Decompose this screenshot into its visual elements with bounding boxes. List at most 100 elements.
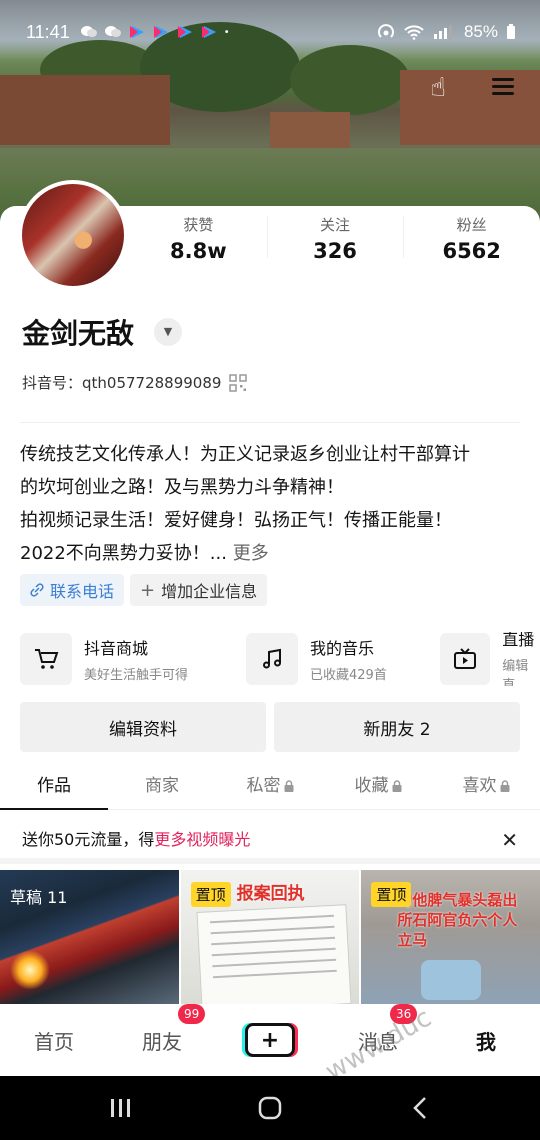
- tab-favorites[interactable]: 收藏: [324, 766, 432, 809]
- contact-phone-label: 联系电话: [50, 582, 115, 601]
- qr-code-icon[interactable]: [229, 373, 248, 392]
- nav-me[interactable]: 我: [432, 1026, 540, 1055]
- add-business-label: 增加企业信息: [161, 582, 258, 601]
- douyin-id-row: 抖音号：qth057728899089: [22, 372, 248, 393]
- nav-label: 我: [476, 1029, 496, 1054]
- stat-value: 326: [313, 239, 357, 263]
- bio-line: 拍视频记录生活！爱好健身！弘扬正气！传播正能量！: [20, 510, 452, 531]
- lock-icon: [284, 780, 293, 792]
- dot-icon: •: [223, 26, 230, 38]
- bio-line: 2022不向黑势力妥协！...: [20, 543, 227, 564]
- service-title: 直播: [502, 632, 535, 649]
- battery-percent: 85%: [463, 22, 498, 41]
- tab-label: 私密: [246, 776, 281, 796]
- thumbnail-caption: 约他脾气暴头磊出所石阿官负六个人立马: [397, 891, 518, 949]
- back-icon[interactable]: [408, 1096, 434, 1120]
- promo-highlight: 更多视频曝光: [154, 830, 251, 849]
- tab-likes[interactable]: 喜欢: [432, 766, 540, 809]
- stat-following[interactable]: 关注 326: [266, 210, 404, 270]
- nav-friends[interactable]: 朋友 99: [108, 1003, 216, 1055]
- content-tabs: 作品 商家 私密 收藏 喜欢: [0, 766, 540, 810]
- service-subtitle: 已收藏429首: [310, 668, 387, 683]
- recent-apps-icon[interactable]: [108, 1096, 134, 1120]
- service-shop[interactable]: 抖音商城美好生活触手可得: [20, 632, 188, 686]
- profile-actions: 编辑资料 新朋友 2: [20, 702, 520, 752]
- profile-tags: 联系电话 + 增加企业信息: [20, 574, 268, 606]
- services-row: 抖音商城美好生活触手可得 我的音乐已收藏429首 直播编辑直: [20, 632, 540, 686]
- video-thumbnail-drafts[interactable]: 草稿 11: [0, 870, 179, 1004]
- visitor-hand-icon[interactable]: ☝: [418, 68, 458, 108]
- service-subtitle: 美好生活触手可得: [84, 668, 189, 683]
- youku-icon: [177, 26, 192, 38]
- notification-badge: 99: [178, 1003, 206, 1024]
- profile-name: 金剑无敌: [22, 317, 135, 350]
- bio-line: 的坎坷创业之路！及与黑势力斗争精神！: [20, 477, 344, 498]
- nav-label: 首页: [34, 1029, 74, 1054]
- link-icon: [30, 583, 44, 597]
- stat-value: 6562: [442, 239, 501, 263]
- youku-icon: [153, 26, 168, 38]
- wifi-icon: [404, 25, 424, 40]
- contact-phone-tag[interactable]: 联系电话: [20, 574, 125, 606]
- douyin-id: 抖音号：qth057728899089: [22, 374, 222, 392]
- edit-profile-button[interactable]: 编辑资料: [20, 702, 266, 752]
- promo-banner[interactable]: 送你50元流量，得 更多视频曝光 ✕: [0, 818, 540, 864]
- profile-bio: 传统技艺文化传承人！为正义记录返乡创业让村干部算计 的坎坷创业之路！及与黑势力斗…: [20, 438, 530, 570]
- nav-create[interactable]: +: [216, 1023, 324, 1057]
- lock-icon: [500, 780, 509, 792]
- new-friends-button[interactable]: 新朋友 2: [274, 702, 520, 752]
- status-time: 11:41: [26, 21, 70, 42]
- tab-label: 作品: [37, 776, 71, 796]
- plus-icon: +: [140, 579, 156, 601]
- service-subtitle: 编辑直: [502, 658, 529, 687]
- tab-merchant[interactable]: 商家: [108, 766, 216, 809]
- pinned-badge: 置顶: [371, 882, 412, 907]
- tab-label: 商家: [145, 776, 179, 796]
- stat-value: 8.8w: [170, 239, 227, 263]
- stat-label: 粉丝: [456, 216, 487, 234]
- service-title: 我的音乐: [310, 639, 375, 658]
- bottom-nav: 首页 朋友 99 + 消息 36 我: [0, 1003, 540, 1076]
- stat-label: 关注: [320, 216, 351, 234]
- thumbnail-caption: 报案回执: [236, 884, 305, 904]
- stat-likes[interactable]: 获赞 8.8w: [130, 210, 267, 270]
- profile-stats: 获赞 8.8w 关注 326 粉丝 6562: [130, 210, 540, 270]
- bio-line: 传统技艺文化传承人！为正义记录返乡创业让村干部算计: [20, 444, 470, 465]
- tab-label: 喜欢: [462, 776, 497, 796]
- wechat-icon: [80, 26, 97, 37]
- tab-works[interactable]: 作品: [0, 766, 108, 810]
- service-music[interactable]: 我的音乐已收藏429首: [246, 632, 387, 686]
- tab-private[interactable]: 私密: [216, 766, 324, 809]
- battery-icon: [507, 24, 515, 39]
- plus-icon: +: [245, 1023, 295, 1057]
- lock-icon: [392, 780, 401, 792]
- avatar[interactable]: [18, 180, 128, 290]
- youku-icon: [129, 26, 144, 38]
- hotspot-icon: [378, 24, 394, 38]
- tab-label: 收藏: [354, 776, 389, 796]
- stat-label: 获赞: [183, 216, 214, 234]
- tv-icon: [454, 648, 477, 669]
- drafts-label: 草稿 11: [10, 888, 68, 907]
- system-nav-bar: [0, 1076, 540, 1140]
- bio-more-link[interactable]: 更多: [233, 543, 269, 564]
- cart-icon: [35, 649, 59, 669]
- pinned-badge: 置顶: [190, 882, 231, 907]
- menu-icon[interactable]: [492, 78, 514, 96]
- promo-text: 送你50元流量，得: [22, 830, 155, 849]
- stat-followers[interactable]: 粉丝 6562: [403, 210, 540, 270]
- video-thumbnail[interactable]: 置顶 报案回执: [180, 870, 360, 1004]
- nav-home[interactable]: 首页: [0, 1026, 108, 1055]
- youku-icon: [201, 26, 216, 38]
- service-live[interactable]: 直播 编辑直: [440, 632, 540, 686]
- home-icon[interactable]: [257, 1096, 283, 1120]
- account-switch-caret-icon[interactable]: ▼: [154, 318, 182, 346]
- nav-label: 朋友: [142, 1029, 182, 1054]
- video-thumbnail[interactable]: 约他脾气暴头磊出所石阿官负六个人立马 置顶: [361, 870, 540, 1004]
- status-bar: 11:41 • 85%: [26, 18, 516, 46]
- service-title: 抖音商城: [84, 639, 149, 658]
- add-business-info-tag[interactable]: + 增加企业信息: [130, 574, 268, 606]
- divider: [20, 422, 520, 423]
- close-icon[interactable]: ✕: [501, 828, 518, 852]
- wechat-icon: [104, 26, 121, 37]
